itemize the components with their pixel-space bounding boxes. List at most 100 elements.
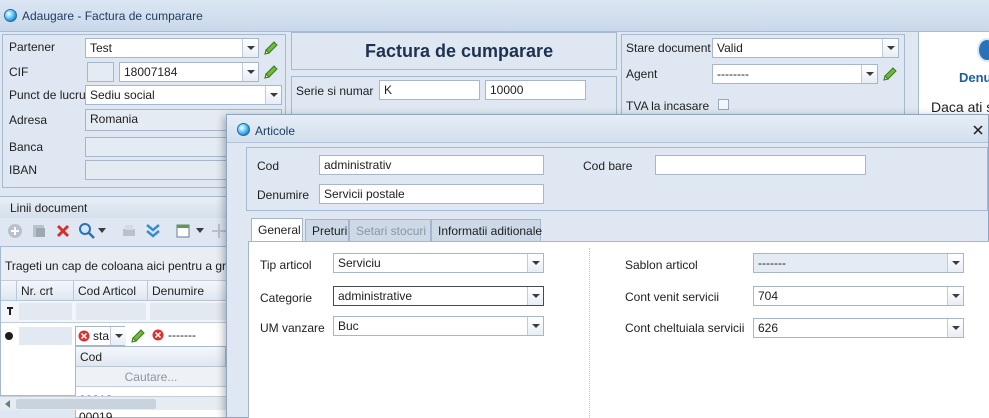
copy-line-icon[interactable] [30, 222, 48, 240]
articole-titlebar: Articole [227, 115, 988, 143]
tip-articol-label: Tip articol [260, 258, 312, 272]
group-panel[interactable]: Trageti un cap de coloana aici pentru a … [1, 247, 246, 281]
punct-lucru-label: Punct de lucru [9, 88, 86, 102]
partener-label: Partener [9, 40, 56, 54]
cont-venit-dropdown-button[interactable] [947, 287, 963, 305]
um-vanzare-dropdown-button[interactable] [527, 317, 543, 335]
cod-dropdown-search[interactable]: Cautare... [76, 367, 226, 387]
grid-row-indicator-header [1, 281, 17, 301]
search-icon[interactable] [78, 222, 96, 240]
app-logo-icon [4, 9, 17, 22]
grid-horizontal-scrollbar[interactable] [0, 396, 228, 410]
cod-dropdown-header[interactable]: Cod [76, 347, 226, 367]
categorie-select[interactable]: administrative [333, 286, 544, 306]
um-vanzare-select[interactable]: Buc [333, 316, 544, 336]
clear-denumire-icon[interactable] [152, 329, 164, 341]
articole-title: Articole [255, 124, 296, 138]
print-icon[interactable] [120, 222, 138, 240]
partener-dropdown-button[interactable] [242, 39, 258, 57]
stare-document-label: Stare document [626, 41, 711, 55]
cif-dropdown-button[interactable] [242, 63, 258, 81]
edit-row[interactable]: sta ------- [1, 325, 229, 347]
tab-general[interactable]: General [251, 218, 303, 242]
edit-cod-articol-field[interactable]: sta [75, 326, 126, 346]
edit-row-indicator-icon [5, 332, 13, 340]
layout-icon[interactable] [174, 222, 192, 240]
layout-chevron-down-icon[interactable] [196, 228, 204, 234]
lines-section-label: Linii document [10, 201, 88, 215]
cod-dropdown-item[interactable]: 00019 [79, 410, 112, 418]
tab-informatii-aditionale[interactable]: Informatii aditionale [431, 219, 542, 241]
search-chevron-down-icon[interactable] [98, 228, 106, 234]
numar-field[interactable]: 10000 [485, 80, 586, 100]
move-down-icon[interactable] [144, 222, 162, 240]
agent-dropdown-button[interactable] [861, 65, 877, 83]
cif-label: CIF [9, 65, 29, 79]
cont-cheltuiala-select[interactable]: 626 [753, 318, 964, 338]
articole-header-panel: Cod administrativ Cod bare Denumire Serv… [246, 147, 988, 211]
edit-denumire-value: ------- [168, 328, 196, 342]
agent-select[interactable]: -------- [712, 64, 878, 84]
adresa-label: Adresa [9, 113, 48, 127]
filter-nr-crt[interactable] [19, 303, 72, 320]
document-number-panel: Serie si numar K 10000 [291, 76, 617, 116]
document-title-panel: Factura de cumparare [291, 32, 617, 70]
column-divider [589, 248, 590, 418]
articole-dialog: Articole Cod administrativ Cod bare Denu… [226, 114, 989, 418]
info-logo-icon [977, 38, 989, 62]
add-line-icon[interactable] [6, 222, 24, 240]
cont-cheltuiala-dropdown-button[interactable] [947, 319, 963, 337]
tip-articol-select[interactable]: Serviciu [333, 253, 544, 273]
partener-field[interactable]: Test [85, 38, 259, 58]
edit-cod-pencil-icon[interactable] [129, 327, 147, 345]
filter-cod-articol[interactable] [76, 303, 146, 320]
scroll-left-icon[interactable] [4, 400, 12, 408]
tab-preturi[interactable]: Preturi [305, 219, 349, 241]
punct-lucru-dropdown-button[interactable] [265, 86, 281, 104]
denumire-field[interactable]: Servicii postale [319, 184, 544, 204]
agent-edit-pencil-icon[interactable] [881, 65, 899, 83]
um-vanzare-label: UM vanzare [260, 321, 325, 335]
filter-row[interactable] [1, 301, 229, 323]
cod-label: Cod [257, 159, 280, 173]
serie-field[interactable]: K [379, 80, 480, 100]
tip-articol-dropdown-button[interactable] [527, 254, 543, 272]
column-header-nr-crt[interactable]: Nr. crt [17, 281, 74, 301]
cif-edit-pencil-icon[interactable] [262, 63, 280, 81]
sablon-articol-label: Sablon articol [625, 258, 698, 272]
banca-label: Banca [9, 140, 44, 154]
sablon-dropdown-button[interactable] [947, 254, 963, 272]
cod-field[interactable]: administrativ [319, 155, 544, 175]
edit-cod-dropdown-button[interactable] [110, 327, 126, 345]
cont-venit-select[interactable]: 704 [753, 286, 964, 306]
column-header-cod-articol[interactable]: Cod Articol [74, 281, 148, 301]
stare-document-select[interactable]: Valid [712, 38, 899, 58]
serie-numar-label: Serie si numar [296, 84, 374, 98]
column-header-denumire[interactable]: Denumire [148, 281, 229, 301]
stare-dropdown-button[interactable] [882, 39, 898, 57]
delete-line-icon[interactable] [54, 222, 72, 240]
sablon-articol-select[interactable]: ------- [753, 253, 964, 273]
filter-denumire[interactable] [150, 303, 227, 320]
cif-field[interactable]: 18007184 [119, 62, 259, 82]
tva-incasare-checkbox[interactable] [718, 99, 729, 110]
edit-nr-crt[interactable] [19, 327, 72, 345]
tva-incasare-label: TVA la incasare [626, 99, 710, 113]
cod-bare-field[interactable] [655, 155, 866, 175]
close-icon[interactable] [973, 125, 983, 135]
tab-setari-stocuri[interactable]: Setari stocuri [349, 219, 431, 241]
lines-toolbar [0, 218, 228, 244]
cif-prefix-field[interactable] [87, 62, 114, 82]
document-title: Factura de cumparare [365, 41, 554, 61]
info-title: Denu [959, 70, 989, 85]
punct-lucru-select[interactable]: Sediu social [85, 85, 282, 105]
window-title: Adaugare - Factura de cumparare [22, 9, 203, 23]
edit-denumire-field[interactable]: ------- [150, 327, 229, 345]
cont-cheltuiala-label: Cont cheltuiala servicii [625, 321, 745, 335]
clear-cod-icon[interactable] [78, 330, 90, 342]
scroll-thumb[interactable] [16, 399, 156, 409]
articole-logo-icon [237, 123, 250, 136]
categorie-dropdown-button[interactable] [527, 287, 543, 305]
iban-label: IBAN [9, 163, 38, 177]
partener-edit-pencil-icon[interactable] [262, 39, 280, 57]
